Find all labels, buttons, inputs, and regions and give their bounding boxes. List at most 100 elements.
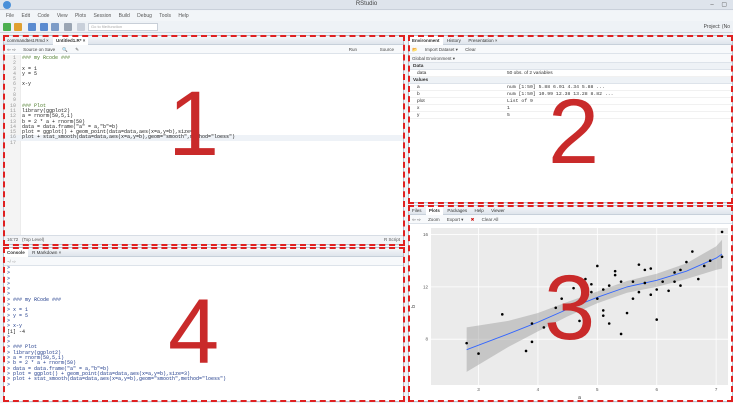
- print-icon[interactable]: [64, 23, 72, 31]
- menu-session[interactable]: Session: [93, 11, 111, 21]
- new-file-icon[interactable]: [3, 23, 11, 31]
- tab-viewer[interactable]: Viewer: [488, 206, 508, 215]
- env-row-plot[interactable]: plot List of 9: [409, 98, 732, 105]
- open-file-icon[interactable]: [28, 23, 36, 31]
- delete-plot-icon[interactable]: ✖: [471, 217, 475, 222]
- tab-files[interactable]: Files: [409, 206, 425, 215]
- menu-file[interactable]: File: [6, 11, 14, 21]
- console-tabs: Console R Markdown ×: [4, 248, 403, 257]
- data-point: [679, 284, 682, 287]
- tab-r-markdown[interactable]: R Markdown ×: [29, 248, 64, 257]
- tab-commandtest[interactable]: commandtest.Rmd ×: [4, 36, 52, 45]
- back-icon[interactable]: ⇦ ⇨: [7, 47, 16, 52]
- import-dataset-button[interactable]: Import Dataset ▾: [425, 47, 458, 52]
- env-row-a[interactable]: a num [1:50] 5.88 6.01 4.34 5.88 ...: [409, 84, 732, 91]
- project-menu[interactable]: Project: (No: [704, 24, 730, 30]
- env-name: b: [417, 92, 420, 97]
- tab-console[interactable]: Console: [4, 248, 28, 257]
- scope-indicator[interactable]: (Top Level): [22, 237, 44, 242]
- env-row-y[interactable]: y5: [409, 112, 732, 119]
- plots-toolbar: ⇦ ⇨ Zoom Export ▾ ✖ Clear All: [409, 215, 732, 224]
- values-section-header: Values: [409, 77, 732, 84]
- env-row-b[interactable]: b num [1:50] 10.99 12.38 13.28 8.82 ...: [409, 91, 732, 98]
- new-project-icon[interactable]: [14, 23, 22, 31]
- export-button[interactable]: Export ▾: [447, 217, 464, 222]
- data-point: [596, 264, 599, 268]
- env-name: y: [417, 113, 420, 118]
- clear-all-button[interactable]: Clear All: [482, 217, 499, 222]
- x-tick-label: 7: [715, 387, 718, 392]
- x-tick-label: 4: [537, 387, 540, 392]
- menu-code[interactable]: Code: [37, 11, 49, 21]
- load-icon[interactable]: 📂: [412, 47, 418, 52]
- tab-history[interactable]: History: [444, 36, 464, 45]
- menu-tools[interactable]: Tools: [159, 11, 171, 21]
- data-point: [643, 281, 647, 285]
- source-editor-pane: commandtest.Rmd × Untitled1.R* × ⇦ ⇨ Sou…: [3, 35, 404, 245]
- tab-presentation[interactable]: Presentation ×: [465, 36, 500, 45]
- data-point: [673, 271, 676, 274]
- env-row-data[interactable]: data 50 obs. of 2 variables: [409, 70, 732, 77]
- data-point: [554, 306, 558, 310]
- window-controls[interactable]: – ▢: [710, 1, 730, 8]
- tab-packages[interactable]: Packages: [444, 206, 470, 215]
- editor-toolbar: ⇦ ⇨ Source on Save 🔍 ✎ Run Source: [4, 45, 403, 54]
- env-value: num [1:50] 5.88 6.01 4.34 5.88 ...: [507, 85, 605, 90]
- tab-environment[interactable]: Environment: [409, 36, 443, 45]
- menu-debug[interactable]: Debug: [137, 11, 152, 21]
- data-section-header: Data: [409, 63, 732, 70]
- data-point: [530, 340, 534, 344]
- data-point: [691, 250, 694, 253]
- menu-view[interactable]: View: [57, 11, 68, 21]
- nav-arrows-icon[interactable]: ⇦ ⇨: [412, 217, 421, 222]
- tab-untitled1[interactable]: Untitled1.R* ×: [53, 36, 89, 45]
- environment-tabs: Environment History Presentation ×: [409, 36, 732, 45]
- run-button[interactable]: Run: [349, 45, 357, 54]
- wand-icon[interactable]: ✎: [75, 47, 79, 52]
- file-type[interactable]: R Script: [384, 236, 400, 244]
- menu-help[interactable]: Help: [178, 11, 188, 21]
- menu-build[interactable]: Build: [119, 11, 130, 21]
- data-point: [643, 268, 647, 272]
- save-all-icon[interactable]: [51, 23, 59, 31]
- source-button[interactable]: Source: [380, 45, 394, 54]
- console-output[interactable]: > > > > > > > ### my RCode ### > > x = 1 > y = 5 >…: [4, 265, 403, 401]
- env-name: data: [417, 71, 427, 76]
- env-row-x[interactable]: x1: [409, 105, 732, 112]
- source-on-save-checkbox[interactable]: Source on Save: [23, 47, 55, 52]
- env-name: a: [417, 85, 420, 90]
- data-point: [637, 290, 641, 294]
- menu-plots[interactable]: Plots: [75, 11, 86, 21]
- line-number: 17: [9, 139, 16, 146]
- tab-plots[interactable]: Plots: [425, 206, 443, 215]
- data-point: [572, 286, 575, 290]
- env-name: plot: [417, 99, 425, 104]
- data-point: [584, 277, 587, 281]
- save-icon[interactable]: [40, 23, 48, 31]
- plots-tabs: Files Plots Packages Help Viewer: [409, 206, 732, 215]
- env-value: List of 9: [507, 99, 533, 104]
- code-lines: 1 ### my Rcode ### 2 3 x = 14y = 5 5 6 x-y 7 8 9 10…: [4, 55, 403, 146]
- zoom-button[interactable]: Zoom: [428, 217, 440, 222]
- scatter-plot: 3 4 5 6 7 8 12 16 a b: [411, 228, 728, 401]
- tab-help[interactable]: Help: [471, 206, 486, 215]
- clear-workspace-button[interactable]: Clear: [465, 47, 476, 52]
- data-point: [655, 288, 659, 291]
- env-name: x: [417, 106, 420, 111]
- data-point: [637, 263, 641, 266]
- console-path: ~/ ⇨: [4, 257, 403, 266]
- plot-area: 3 4 5 6 7 8 12 16 a b: [409, 224, 732, 401]
- scope-selector[interactable]: Global Environment ▾: [409, 54, 732, 63]
- plots-pane: Files Plots Packages Help Viewer ⇦ ⇨ Zoo…: [408, 205, 733, 402]
- menu-bar: File Edit Code View Plots Session Build …: [0, 11, 733, 21]
- data-point: [477, 352, 480, 355]
- menu-edit[interactable]: Edit: [21, 11, 30, 21]
- code-editor[interactable]: 1 ### my Rcode ### 2 3 x = 14y = 5 5 6 x-y 7 8 9 10…: [4, 55, 403, 235]
- code-line[interactable]: 17: [4, 139, 403, 146]
- title-bar: RStudio – ▢: [0, 0, 733, 10]
- goto-file-input[interactable]: Go to file/function: [88, 23, 158, 31]
- environment-pane: Environment History Presentation × 📂 Imp…: [408, 35, 733, 203]
- main-toolbar: Go to file/function Project: (No: [0, 21, 733, 33]
- search-icon[interactable]: 🔍: [62, 47, 68, 52]
